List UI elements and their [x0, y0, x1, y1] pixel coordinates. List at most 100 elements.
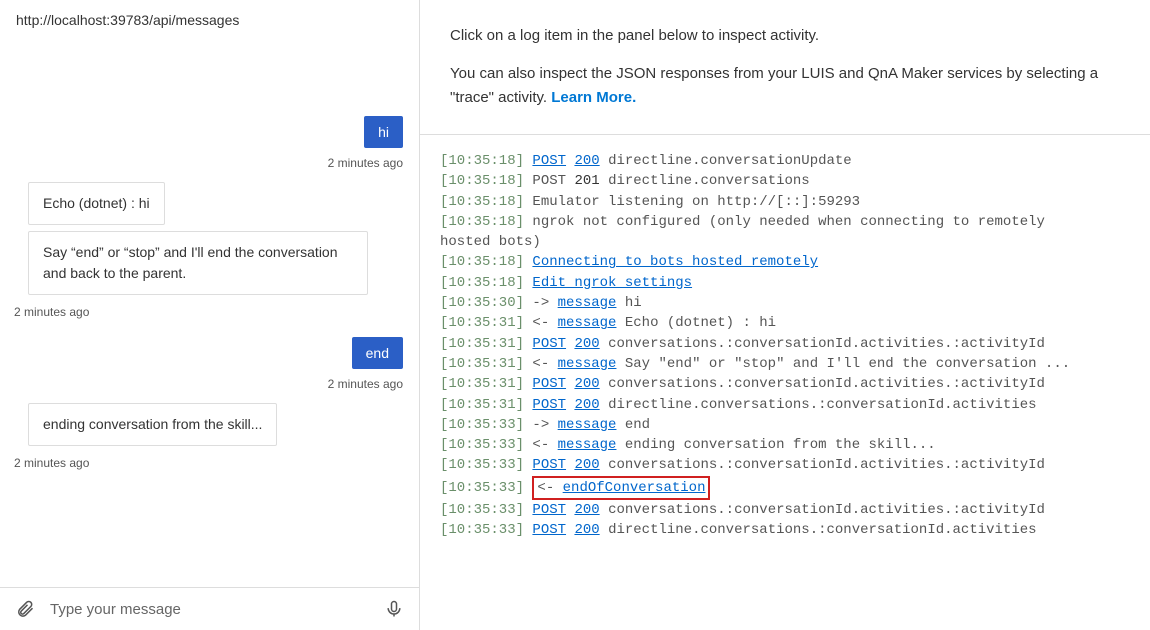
log-text: ngrok not configured (only needed when c…: [532, 214, 1044, 230]
log-line[interactable]: [10:35:31] <- message Echo (dotnet) : hi: [440, 313, 1130, 333]
log-link[interactable]: POST: [532, 457, 566, 473]
timestamp: 2 minutes ago: [328, 377, 403, 391]
log-text: 201: [574, 173, 599, 189]
timestamp: 2 minutes ago: [328, 156, 403, 170]
log-timestamp: [10:35:31]: [440, 336, 524, 352]
log-link[interactable]: 200: [574, 502, 599, 518]
log-line[interactable]: [10:35:18] Connecting to bots hosted rem…: [440, 252, 1130, 272]
info-text: You can also inspect the JSON responses …: [450, 62, 1120, 110]
learn-more-link[interactable]: Learn More.: [551, 89, 636, 106]
message-input[interactable]: [50, 601, 369, 618]
log-line[interactable]: [10:35:18] Emulator listening on http://…: [440, 192, 1130, 212]
user-message[interactable]: hi: [364, 116, 403, 148]
bot-message[interactable]: Echo (dotnet) : hi: [28, 182, 165, 225]
timestamp: 2 minutes ago: [14, 456, 89, 470]
log-line[interactable]: hosted bots): [440, 232, 1130, 252]
log-text: conversations.:conversationId.activities…: [608, 336, 1045, 352]
log-line[interactable]: [10:35:33] POST 200 conversations.:conve…: [440, 455, 1130, 475]
log-text: end: [625, 417, 650, 433]
log-line[interactable]: [10:35:18] POST 200 directline.conversat…: [440, 151, 1130, 171]
log-text: Echo (dotnet) : hi: [625, 315, 776, 331]
log-text: <-: [532, 437, 557, 453]
log-link[interactable]: POST: [532, 502, 566, 518]
log-link[interactable]: POST: [532, 397, 566, 413]
user-message[interactable]: end: [352, 337, 403, 369]
log-line[interactable]: [10:35:31] <- message Say "end" or "stop…: [440, 354, 1130, 374]
log-link[interactable]: message: [558, 437, 617, 453]
log-text: hi: [625, 295, 642, 311]
log-timestamp: [10:35:33]: [440, 522, 524, 538]
log-link[interactable]: 200: [574, 522, 599, 538]
log-line[interactable]: [10:35:30] -> message hi: [440, 293, 1130, 313]
log-timestamp: [10:35:18]: [440, 194, 524, 210]
log-text: conversations.:conversationId.activities…: [608, 502, 1045, 518]
log-link[interactable]: message: [558, 315, 617, 331]
bot-message[interactable]: Say “end” or “stop” and I'll end the con…: [28, 231, 368, 295]
log-timestamp: [10:35:18]: [440, 173, 524, 189]
log-text: directline.conversations.:conversationId…: [608, 522, 1036, 538]
log-timestamp: [10:35:31]: [440, 376, 524, 392]
timestamp: 2 minutes ago: [14, 305, 89, 319]
log-link[interactable]: message: [558, 356, 617, 372]
log-line[interactable]: [10:35:18] POST 201 directline.conversat…: [440, 171, 1130, 191]
log-link[interactable]: endOfConversation: [563, 480, 706, 496]
log-text: Say "end" or "stop" and I'll end the con…: [625, 356, 1070, 372]
log-link[interactable]: 200: [574, 153, 599, 169]
log-text: ->: [532, 295, 557, 311]
log-line[interactable]: [10:35:33] <- endOfConversation: [440, 476, 1130, 500]
log-link[interactable]: 200: [574, 336, 599, 352]
log-link[interactable]: POST: [532, 522, 566, 538]
log-timestamp: [10:35:33]: [440, 480, 524, 496]
log-line[interactable]: [10:35:33] POST 200 conversations.:conve…: [440, 500, 1130, 520]
log-timestamp: [10:35:18]: [440, 153, 524, 169]
log-link[interactable]: POST: [532, 153, 566, 169]
log-timestamp: [10:35:33]: [440, 417, 524, 433]
log-line[interactable]: [10:35:31] POST 200 directline.conversat…: [440, 395, 1130, 415]
log-timestamp: [10:35:18]: [440, 275, 524, 291]
attachment-icon[interactable]: [14, 598, 36, 620]
log-timestamp: [10:35:18]: [440, 214, 524, 230]
log-timestamp: [10:35:18]: [440, 254, 524, 270]
log-text: conversations.:conversationId.activities…: [608, 457, 1045, 473]
highlight-box: <- endOfConversation: [532, 476, 710, 500]
log-link[interactable]: POST: [532, 376, 566, 392]
microphone-icon[interactable]: [383, 598, 405, 620]
log-line[interactable]: [10:35:33] POST 200 directline.conversat…: [440, 520, 1130, 540]
log-text: ->: [532, 417, 557, 433]
log-line[interactable]: [10:35:18] Edit ngrok settings: [440, 273, 1130, 293]
log-timestamp: [10:35:33]: [440, 457, 524, 473]
log-link[interactable]: 200: [574, 376, 599, 392]
log-link[interactable]: 200: [574, 397, 599, 413]
log-line[interactable]: [10:35:31] POST 200 conversations.:conve…: [440, 334, 1130, 354]
log-text: <-: [532, 315, 557, 331]
log-link[interactable]: message: [558, 417, 617, 433]
inspector-panel: Click on a log item in the panel below t…: [420, 0, 1150, 630]
log-line[interactable]: [10:35:18] ngrok not configured (only ne…: [440, 212, 1130, 232]
chat-transcript: hi 2 minutes ago Echo (dotnet) : hi Say …: [0, 40, 419, 587]
log-link[interactable]: Connecting to bots hosted remotely: [532, 254, 818, 270]
log-text: <-: [537, 480, 562, 496]
log-text: ending conversation from the skill...: [625, 437, 936, 453]
log-text: directline.conversations.:conversationId…: [608, 397, 1036, 413]
log-text: directline.conversations: [608, 173, 810, 189]
log-line[interactable]: [10:35:33] -> message end: [440, 415, 1130, 435]
log-timestamp: [10:35:33]: [440, 437, 524, 453]
log-line[interactable]: [10:35:33] <- message ending conversatio…: [440, 435, 1130, 455]
log-text: <-: [532, 356, 557, 372]
chat-panel: http://localhost:39783/api/messages hi 2…: [0, 0, 420, 630]
message-input-bar: [0, 587, 419, 630]
log-link[interactable]: Edit ngrok settings: [532, 275, 692, 291]
log-link[interactable]: 200: [574, 457, 599, 473]
log-text: Emulator listening on http://[::]:59293: [532, 194, 860, 210]
info-block: Click on a log item in the panel below t…: [420, 0, 1150, 135]
bot-message[interactable]: ending conversation from the skill...: [28, 403, 277, 446]
log-panel[interactable]: [10:35:18] POST 200 directline.conversat…: [420, 135, 1150, 630]
log-link[interactable]: POST: [532, 336, 566, 352]
log-text: directline.conversationUpdate: [608, 153, 852, 169]
log-text: hosted bots): [440, 234, 541, 250]
log-link[interactable]: message: [558, 295, 617, 311]
log-text: conversations.:conversationId.activities…: [608, 376, 1045, 392]
log-timestamp: [10:35:30]: [440, 295, 524, 311]
log-timestamp: [10:35:31]: [440, 397, 524, 413]
log-line[interactable]: [10:35:31] POST 200 conversations.:conve…: [440, 374, 1130, 394]
